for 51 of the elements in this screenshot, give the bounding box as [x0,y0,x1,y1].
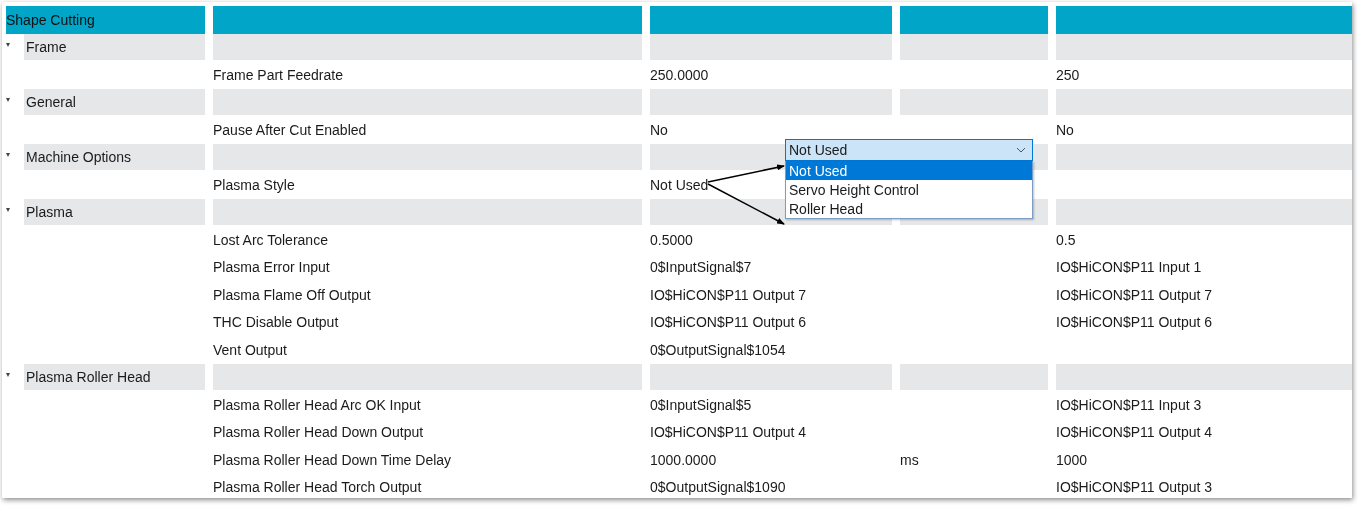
collapse-toggle-icon[interactable] [6,153,10,158]
setting-name: Frame Part Feedrate [213,66,343,83]
setting-name: Pause After Cut Enabled [213,121,367,138]
dropdown-option[interactable]: Servo Height Control [786,180,1032,199]
setting-name: Plasma Flame Off Output [213,286,371,303]
setting-name: Vent Output [213,341,287,358]
default-value: IO$HiCON$P11 Output 7 [1056,286,1213,303]
default-value: 250 [1056,66,1080,83]
setting-value[interactable]: 250.0000 [650,66,709,83]
group-label[interactable]: Plasma Roller Head [24,363,205,390]
collapse-toggle-icon[interactable] [6,208,10,213]
group-label[interactable]: General [24,88,205,115]
default-value: 0.5 [1056,231,1076,248]
setting-value[interactable]: 0$InputSignal$5 [650,396,752,413]
default-value: IO$HiCON$P11 Output 4 [1056,424,1213,441]
setting-value[interactable]: IO$HiCON$P11 Output 6 [650,314,807,331]
setting-value[interactable]: IO$HiCON$P11 Output 7 [650,286,807,303]
setting-name: Plasma Roller Head Arc OK Input [213,396,421,413]
default-value: 1000 [1056,451,1088,468]
setting-name: Plasma Roller Head Torch Output [213,479,422,496]
setting-value[interactable]: 1000.0000 [650,451,717,468]
chevron-down-icon [1016,147,1026,153]
plasma-style-dropdown[interactable]: Not Used [785,139,1033,161]
default-value: IO$HiCON$P11 Output 6 [1056,314,1213,331]
group-label[interactable]: Plasma [24,198,205,225]
setting-value[interactable]: Not Used [650,176,709,193]
setting-name: Plasma Roller Head Down Output [213,424,424,441]
group-label[interactable]: Machine Options [24,143,205,170]
group-label[interactable]: Frame [24,33,205,60]
setting-name: Plasma Style [213,176,295,193]
dropdown-option[interactable]: Roller Head [786,199,1032,218]
default-value: IO$HiCON$P11 Output 3 [1056,479,1213,496]
collapse-toggle-icon[interactable] [6,43,10,48]
setting-value[interactable]: IO$HiCON$P11 Output 4 [650,424,807,441]
header-title: Shape Cutting [6,11,95,28]
setting-name: THC Disable Output [213,314,339,331]
collapse-toggle-icon[interactable] [6,373,10,378]
setting-value[interactable]: 0$OutputSignal$1054 [650,341,786,358]
setting-name: Plasma Error Input [213,259,330,276]
setting-value[interactable]: No [650,121,668,138]
dropdown-option[interactable]: Not Used [786,161,1032,180]
collapse-toggle-icon[interactable] [6,98,10,103]
default-value: IO$HiCON$P11 Input 3 [1056,396,1202,413]
setting-value[interactable]: 0.5000 [650,231,693,248]
default-value: No [1056,121,1074,138]
setting-name: Plasma Roller Head Down Time Delay [213,451,452,468]
setting-name: Lost Arc Tolerance [213,231,328,248]
setting-value[interactable]: 0$OutputSignal$1090 [650,479,786,496]
setting-value[interactable]: 0$InputSignal$7 [650,259,752,276]
setting-unit: ms [900,451,919,468]
default-value: IO$HiCON$P11 Input 1 [1056,259,1202,276]
